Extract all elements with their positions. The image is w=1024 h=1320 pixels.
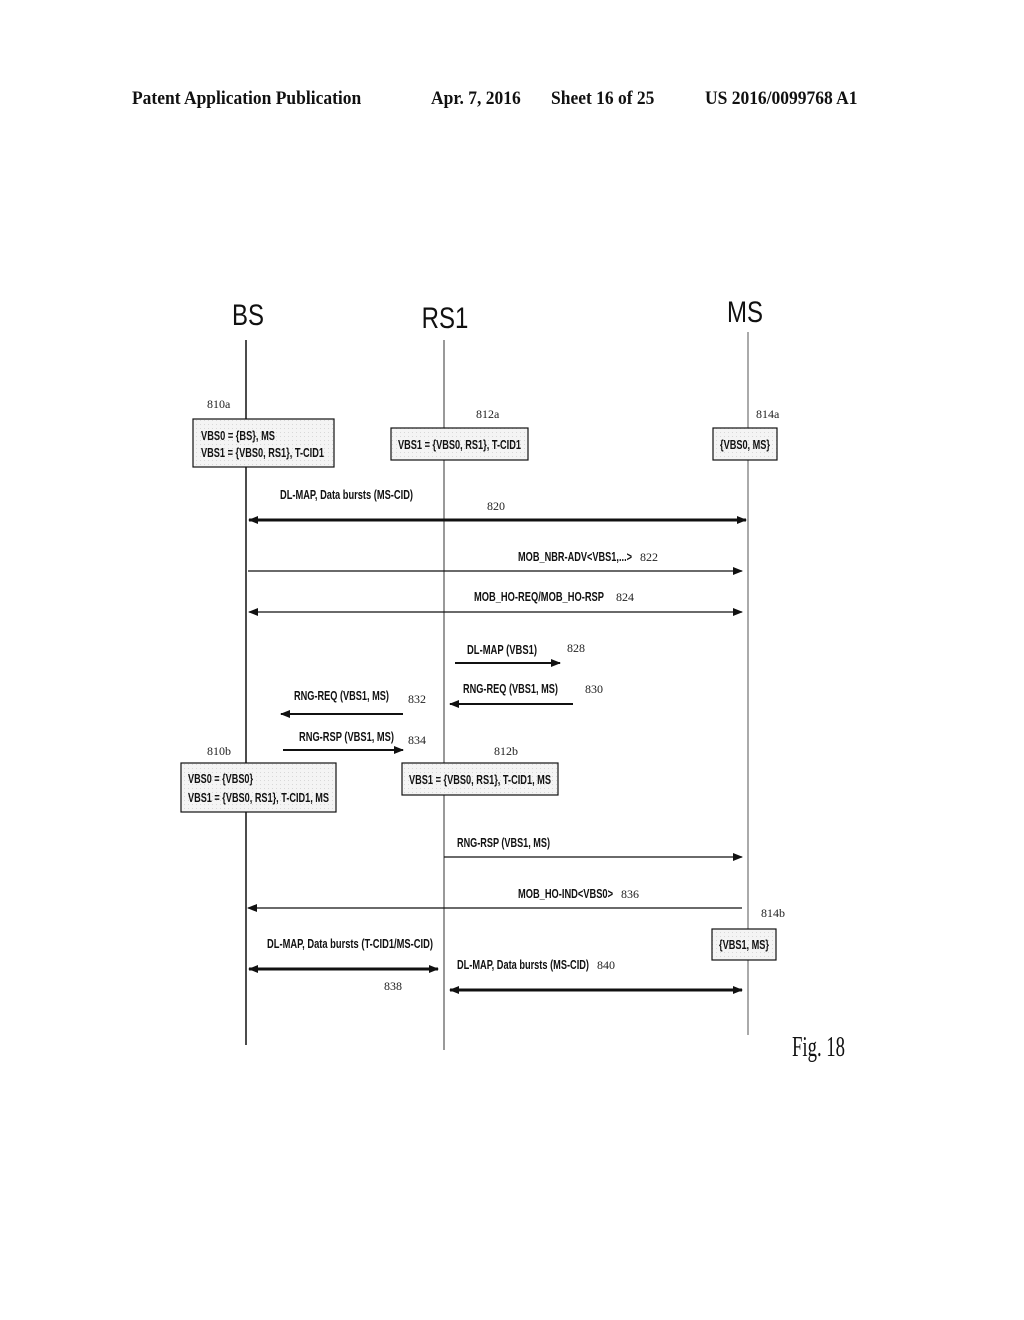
state-box-line: VBS1 = {VBS0, RS1}, T-CID1 [201,446,324,460]
message-828-ref: 828 [567,641,585,655]
ref-810a: 810a [207,397,231,411]
state-box-line: VBS1 = {VBS0, RS1}, T-CID1, MS [188,791,329,805]
state-box-line: VBS1 = {VBS0, RS1}, T-CID1, MS [409,773,551,787]
message-820-label: DL-MAP, Data bursts (MS-CID) [280,488,413,502]
state-box-line: VBS0 = {BS}, MS [201,429,275,443]
state-box-line: VBS1 = {VBS0, RS1}, T-CID1 [398,438,521,452]
state-box-line: {VBS1, MS} [719,938,769,952]
message-822-ref: 822 [640,550,658,564]
state-box-810b: VBS0 = {VBS0} VBS1 = {VBS0, RS1}, T-CID1… [180,762,337,813]
message-822-label: MOB_NBR-ADV<VBS1,...> [518,550,632,564]
figure-label: Fig. 18 [792,1032,845,1063]
ref-812a: 812a [476,407,500,421]
sequence-diagram: BS RS1 MS 810a VBS0 = {BS}, MS VBS1 = {V… [180,294,845,1063]
message-830-label: RNG-REQ (VBS1, MS) [463,682,558,696]
message-840-ref: 840 [597,958,615,972]
message-830-ref: 830 [585,682,603,696]
actor-ms-label: MS [727,294,763,328]
ref-812b: 812b [494,744,518,758]
state-box-812a: VBS1 = {VBS0, RS1}, T-CID1 [390,427,529,461]
message-836-ref: 836 [621,887,639,901]
message-820-ref: 820 [487,499,505,513]
state-box-814a: {VBS0, MS} [712,427,778,461]
state-box-line: {VBS0, MS} [720,438,770,452]
message-834-ref: 834 [408,733,426,747]
ref-810b: 810b [207,744,231,758]
message-832-label: RNG-REQ (VBS1, MS) [294,689,389,703]
message-838-label: DL-MAP, Data bursts (T-CID1/MS-CID) [267,937,433,951]
ref-814a: 814a [756,407,780,421]
state-box-line: VBS0 = {VBS0} [188,772,253,786]
message-824-ref: 824 [616,590,634,604]
ref-814b: 814b [761,906,785,920]
message-840-label: DL-MAP, Data bursts (MS-CID) [457,958,589,972]
message-824-label: MOB_HO-REQ/MOB_HO-RSP [474,590,604,604]
message-832-ref: 832 [408,692,426,706]
actor-bs-label: BS [232,297,264,331]
actor-rs1-label: RS1 [422,300,469,334]
message-836-label: MOB_HO-IND<VBS0> [518,887,613,901]
message-rng-rsp-ms-label: RNG-RSP (VBS1, MS) [457,836,550,850]
message-834-label: RNG-RSP (VBS1, MS) [299,730,394,744]
state-box-810a: VBS0 = {BS}, MS VBS1 = {VBS0, RS1}, T-CI… [192,418,335,468]
message-828-label: DL-MAP (VBS1) [467,643,537,657]
state-box-814b: {VBS1, MS} [711,928,777,961]
message-838-ref: 838 [384,979,402,993]
state-box-812b: VBS1 = {VBS0, RS1}, T-CID1, MS [401,762,559,796]
